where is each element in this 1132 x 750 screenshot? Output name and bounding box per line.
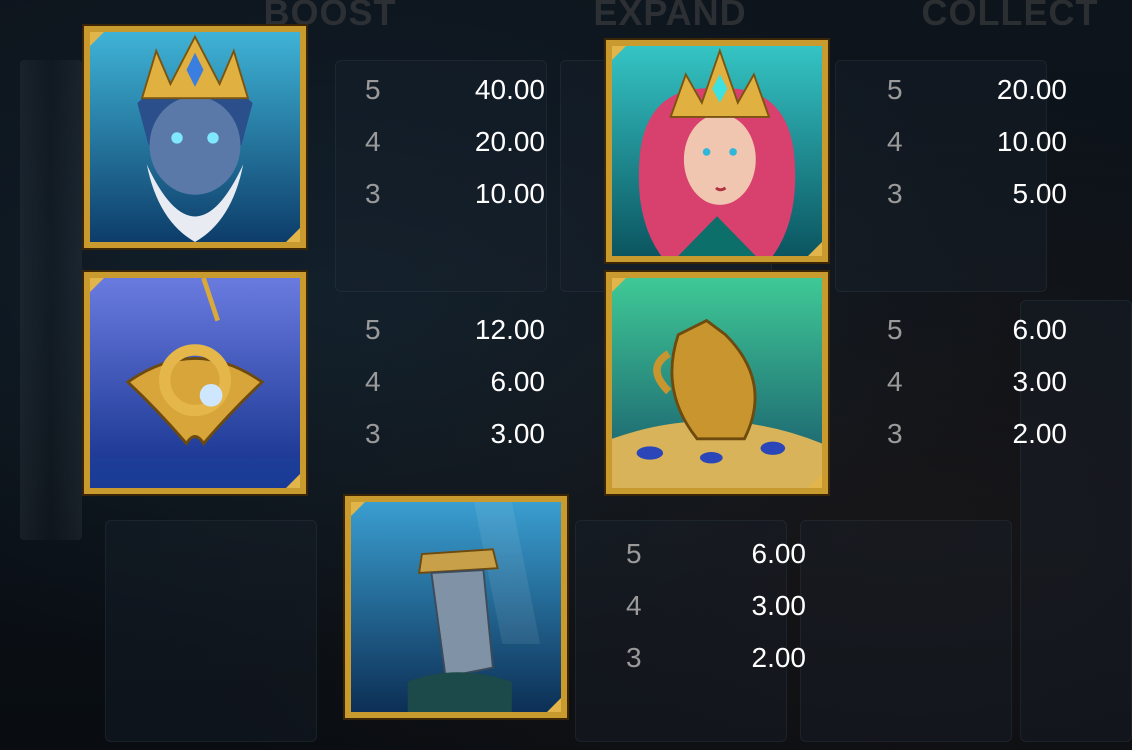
payout-amount: 20.00	[474, 126, 545, 157]
bg-pillar	[20, 60, 82, 540]
urn-paytable: 5 6.00 4 3.00 3 2.00	[887, 304, 1067, 460]
sea-queen-paytable: 5 20.00 4 10.00 3 5.00	[887, 64, 1067, 220]
payout-amount: 40.00	[474, 74, 545, 105]
amulet-paytable: 5 12.00 4 6.00 3 3.00	[365, 304, 545, 460]
pay-row: 5 12.00	[365, 304, 545, 356]
pay-row: 3 3.00	[365, 408, 545, 460]
pay-row: 4 10.00	[887, 116, 1067, 168]
payout-amount: 6.00	[1012, 314, 1068, 345]
symbol-count: 4	[626, 590, 642, 621]
payout-amount: 12.00	[474, 314, 545, 345]
symbol-count: 5	[365, 314, 381, 345]
payout-amount: 2.00	[751, 642, 807, 673]
pay-row: 4 20.00	[365, 116, 545, 168]
sea-king-symbol	[84, 26, 306, 248]
urn-icon	[612, 278, 822, 488]
pay-row: 5 40.00	[365, 64, 545, 116]
pay-row: 3 2.00	[887, 408, 1067, 460]
symbol-count: 4	[365, 126, 381, 157]
payout-amount: 3.00	[1012, 366, 1068, 397]
bg-tab-collect: COLLECT	[921, 0, 1099, 33]
symbol-count: 5	[626, 538, 642, 569]
bg-tab-expand: EXPAND	[593, 0, 747, 33]
symbol-count: 3	[887, 418, 903, 449]
column-icon	[351, 502, 561, 712]
pay-row: 3 2.00	[626, 632, 806, 684]
pay-row: 5 6.00	[887, 304, 1067, 356]
symbol-count: 3	[887, 178, 903, 209]
payout-amount: 3.00	[751, 590, 807, 621]
payout-amount: 6.00	[490, 366, 546, 397]
sea-queen-symbol	[606, 40, 828, 262]
payout-amount: 2.00	[1012, 418, 1068, 449]
pay-row: 3 5.00	[887, 168, 1067, 220]
symbol-count: 4	[887, 126, 903, 157]
payout-amount: 6.00	[751, 538, 807, 569]
pay-row: 5 20.00	[887, 64, 1067, 116]
pay-row: 4 3.00	[626, 580, 806, 632]
payout-amount: 5.00	[1012, 178, 1068, 209]
symbol-count: 5	[887, 314, 903, 345]
column-paytable: 5 6.00 4 3.00 3 2.00	[626, 528, 806, 684]
amulet-icon	[90, 278, 300, 488]
payout-amount: 10.00	[996, 126, 1067, 157]
bg-reel-cell	[800, 520, 1012, 742]
symbol-count: 3	[365, 418, 381, 449]
pay-row: 3 10.00	[365, 168, 545, 220]
amulet-symbol	[84, 272, 306, 494]
payout-amount: 10.00	[474, 178, 545, 209]
symbol-count: 4	[887, 366, 903, 397]
payout-amount: 3.00	[490, 418, 546, 449]
pay-row: 4 3.00	[887, 356, 1067, 408]
sea-king-icon	[90, 32, 300, 242]
sea-king-paytable: 5 40.00 4 20.00 3 10.00	[365, 64, 545, 220]
pay-row: 4 6.00	[365, 356, 545, 408]
payout-amount: 20.00	[996, 74, 1067, 105]
column-symbol	[345, 496, 567, 718]
pay-row: 5 6.00	[626, 528, 806, 580]
symbol-count: 5	[365, 74, 381, 105]
symbol-count: 3	[626, 642, 642, 673]
symbol-count: 3	[365, 178, 381, 209]
symbol-count: 5	[887, 74, 903, 105]
urn-symbol	[606, 272, 828, 494]
sea-queen-icon	[612, 46, 822, 256]
bg-reel-cell	[105, 520, 317, 742]
symbol-count: 4	[365, 366, 381, 397]
